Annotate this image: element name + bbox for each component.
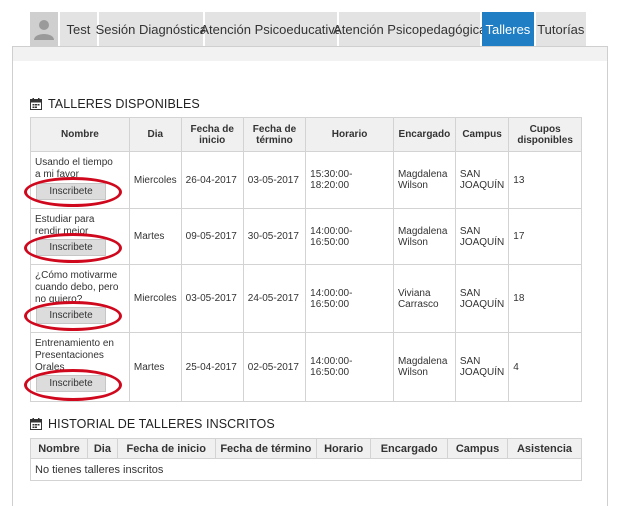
row-cupos: 18 — [508, 264, 582, 333]
row-horario: 14:00:00-16:50:00 — [305, 332, 394, 402]
available-workshops-heading: TALLERES DISPONIBLES — [30, 97, 200, 111]
col-header-dia: Dia — [86, 438, 118, 459]
inscribete-button[interactable]: Inscribete — [36, 307, 106, 324]
row-campus: SAN JOAQUÍN — [454, 151, 510, 209]
workshop-name: Entrenamiento en Presentaciones Orales — [35, 338, 114, 373]
row-fecha-termino: 24-05-2017 — [242, 264, 307, 333]
table-row: Estudiar para rendir mejor Martes 09-05-… — [30, 208, 582, 265]
col-header-campus: Campus — [454, 117, 510, 152]
col-header-encargado: Encargado — [392, 117, 456, 152]
section-title: TALLERES DISPONIBLES — [48, 97, 200, 111]
table-row: No tienes talleres inscritos — [30, 458, 582, 481]
workshop-name: Usando el tiempo a mi favor — [35, 157, 113, 180]
tab-atencion-psicopedagogica[interactable]: Atención Psicopedagógica — [333, 12, 486, 46]
row-fecha-termino: 30-05-2017 — [242, 208, 307, 265]
row-dia: Miercoles — [128, 264, 182, 333]
col-header-dia: Dia — [128, 117, 182, 152]
tab-bar: Test Sesión Diagnóstica Atención Psicoed… — [30, 12, 586, 54]
inscribete-button[interactable]: Inscribete — [36, 239, 106, 256]
calendar-icon — [30, 418, 42, 430]
row-campus: SAN JOAQUÍN — [454, 332, 510, 402]
tab-sesion-diagnostica[interactable]: Sesión Diagnóstica — [96, 12, 207, 46]
empty-message: No tienes talleres inscritos — [30, 458, 582, 481]
row-horario: 14:00:00-16:50:00 — [305, 208, 394, 265]
col-header-fecha-termino: Fecha de término — [242, 117, 307, 152]
row-fecha-termino: 03-05-2017 — [242, 151, 307, 209]
available-workshops-table: Nombre Dia Fecha de inicio Fecha de térm… — [30, 117, 582, 402]
col-header-campus: Campus — [447, 438, 509, 459]
row-encargado: Magdalena Wilson — [392, 332, 456, 402]
history-table: Nombre Dia Fecha de inicio Fecha de térm… — [30, 438, 582, 481]
row-dia: Miercoles — [128, 151, 182, 209]
col-header-fecha-termino: Fecha de término — [214, 438, 318, 459]
row-fecha-inicio: 03-05-2017 — [180, 264, 244, 333]
row-name-cell: Estudiar para rendir mejor — [30, 208, 130, 265]
inscribete-button[interactable]: Inscribete — [36, 375, 106, 392]
col-header-cupos: Cupos disponibles — [508, 117, 582, 152]
row-cupos: 17 — [508, 208, 582, 265]
history-heading: HISTORIAL DE TALLERES INSCRITOS — [30, 417, 275, 431]
row-horario: 15:30:00-18:20:00 — [305, 151, 394, 209]
col-header-nombre: Nombre — [30, 438, 88, 459]
tab-talleres[interactable]: Talleres — [482, 12, 536, 54]
col-header-horario: Horario — [305, 117, 394, 152]
row-dia: Martes — [128, 332, 182, 402]
col-header-encargado: Encargado — [370, 438, 449, 459]
col-header-fecha-inicio: Fecha de inicio — [180, 117, 244, 152]
tab-tutorias[interactable]: Tutorías — [535, 12, 586, 46]
col-header-asistencia: Asistencia — [507, 438, 582, 459]
tab-test[interactable]: Test — [59, 12, 100, 46]
row-fecha-inicio: 25-04-2017 — [180, 332, 244, 402]
section-title: HISTORIAL DE TALLERES INSCRITOS — [48, 417, 275, 431]
row-encargado: Viviana Carrasco — [392, 264, 456, 333]
table-header-row: Nombre Dia Fecha de inicio Fecha de térm… — [30, 438, 582, 459]
row-campus: SAN JOAQUÍN — [454, 264, 510, 333]
table-row: Usando el tiempo a mi favor Miercoles 26… — [30, 151, 582, 209]
row-dia: Martes — [128, 208, 182, 265]
row-encargado: Magdalena Wilson — [392, 151, 456, 209]
table-header-row: Nombre Dia Fecha de inicio Fecha de térm… — [30, 117, 582, 152]
workshop-name: ¿Cómo motivarme cuando debo, pero no qui… — [35, 270, 119, 305]
row-encargado: Magdalena Wilson — [392, 208, 456, 265]
inscribete-button[interactable]: Inscribete — [36, 183, 106, 200]
tab-atencion-psicoeducativa[interactable]: Atención Psicoeducativa — [200, 12, 342, 46]
user-avatar-icon — [33, 20, 54, 40]
table-row: ¿Cómo motivarme cuando debo, pero no qui… — [30, 264, 582, 333]
row-cupos: 13 — [508, 151, 582, 209]
avatar[interactable] — [30, 12, 60, 46]
calendar-icon — [30, 98, 42, 110]
table-row: Entrenamiento en Presentaciones Orales M… — [30, 332, 582, 402]
row-fecha-termino: 02-05-2017 — [242, 332, 307, 402]
col-header-horario: Horario — [316, 438, 372, 459]
col-header-fecha-inicio: Fecha de inicio — [116, 438, 216, 459]
row-campus: SAN JOAQUÍN — [454, 208, 510, 265]
col-header-nombre: Nombre — [30, 117, 130, 152]
panel-top-band — [13, 47, 607, 61]
row-horario: 14:00:00-16:50:00 — [305, 264, 394, 333]
row-fecha-inicio: 09-05-2017 — [180, 208, 244, 265]
row-fecha-inicio: 26-04-2017 — [180, 151, 244, 209]
workshop-name: Estudiar para rendir mejor — [35, 214, 95, 237]
row-cupos: 4 — [508, 332, 582, 402]
